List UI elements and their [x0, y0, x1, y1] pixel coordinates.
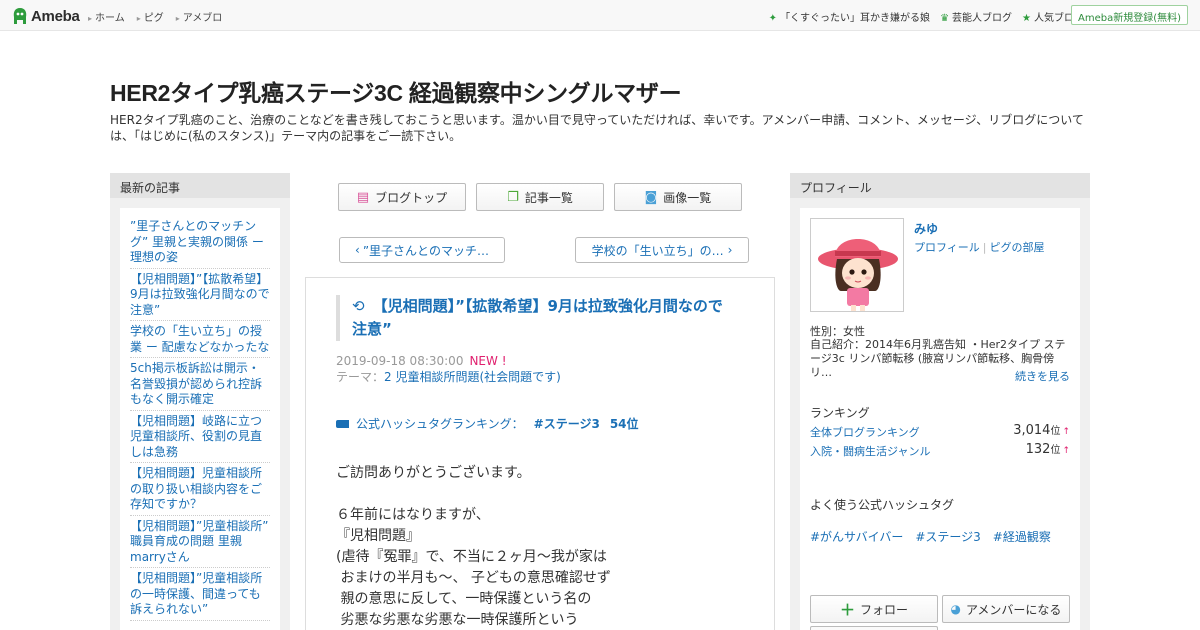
overall-ranking-link[interactable]: 全体ブログランキング [810, 426, 920, 439]
prev-article-button[interactable]: ‹ ”里子さんとのマッチ… [339, 237, 505, 263]
reblog-icon: ⟲ [352, 297, 365, 315]
article-body: ⟲ 【児相問題】”【拡散希望】9月は拉致強化月間なので注意” 2019-09-18… [305, 277, 775, 630]
hashtags-heading: よく使う公式ハッシュタグ [810, 498, 955, 512]
plus-icon: ＋ [839, 600, 855, 619]
celebrity-blog-link[interactable]: ♛ 芸能人ブログ [940, 9, 1012, 24]
recent-articles-sidebar: 最新の記事 ”里子さんとのマッチング” 里親と実親の関係 ー 理想の姿 【児相問… [110, 173, 290, 630]
crown-icon: ♛ [940, 13, 950, 24]
next-article-button[interactable]: 学校の「生い立ち」の… › [575, 237, 749, 263]
profile-panel: みゆ プロフィール | ピグの部屋 性別：女性 自己紹介：2014年6月乳癌告知 ・… [800, 208, 1080, 630]
recent-article-link[interactable]: 学校の「生い立ち」の授業 ー 配慮などなかったな [130, 321, 270, 358]
more-button-edge[interactable] [810, 626, 938, 630]
profile-sidebar: プロフィール みゆ プロフィール | ピグの部屋 性別：女性 自己紹介：2014… [790, 173, 1090, 630]
rank-up-icon: ↑ [1062, 446, 1070, 456]
sparkle-icon: ✦ [768, 13, 778, 24]
recent-article-link[interactable]: 5ch掲示板訴訟は開示・名誉毀損が認められ控訴もなく開示確定 [130, 358, 270, 411]
profile-gender: 性別：女性 [810, 325, 865, 338]
rank-up-icon: ↑ [1062, 427, 1070, 437]
avatar-image [811, 219, 903, 311]
ameba-logo[interactable]: Ameba [12, 6, 80, 26]
hashtag-link[interactable]: #経過観察 [993, 528, 1051, 545]
hashtag-link[interactable]: #がんサバイバー [810, 528, 903, 545]
article-list-icon: ❐ [507, 189, 519, 205]
ranking-row: 入院・闘病生活ジャンル 132位 ↑ [810, 442, 1070, 459]
overall-ranking-value: 3,014位 ↑ [1013, 423, 1070, 438]
ranking-row: 全体ブログランキング 3,014位 ↑ [810, 423, 1070, 440]
hashtag-list: #がんサバイバー #ステージ3 #経過観察 [810, 528, 1051, 545]
recent-article-link[interactable]: 【児相問題】”児童相談所” 職員育成の問題 里親marryさん [130, 516, 270, 568]
amember-icon: ◕ [950, 602, 962, 616]
chevron-left-icon: ‹ [355, 243, 360, 257]
blog-title[interactable]: HER2タイプ乳癌ステージ3C 経過観察中シングルマザー [110, 74, 682, 108]
entry-date: 2019-09-18 08:30:00 [336, 354, 464, 368]
avatar[interactable] [810, 218, 904, 312]
profile-link[interactable]: プロフィール [914, 241, 980, 254]
top-bar: Ameba ホーム ピグ アメブロ ✦「くすぐったい」耳かき嫌がる娘 ♛芸能人ブ… [0, 0, 1200, 31]
top-nav: ホーム ピグ アメブロ [88, 9, 222, 24]
pigg-room-link[interactable]: ピグの部屋 [990, 241, 1045, 254]
recent-article-link[interactable]: ”里子さんとのマッチング” 里親と実親の関係 ー 理想の姿 [130, 216, 270, 269]
camera-icon: ◙ [644, 189, 658, 205]
entry-title[interactable]: ⟲ 【児相問題】”【拡散希望】9月は拉致強化月間なので注意” [336, 295, 736, 341]
recent-article-link[interactable]: 【児相問題】”【拡散希望】9月は拉致強化月間なので注意” [130, 269, 270, 321]
blog-top-button[interactable]: ▤ ブログトップ [338, 183, 466, 211]
theme-label: テーマ： [336, 370, 385, 384]
signup-button[interactable]: Ameba新規登録(無料) [1070, 5, 1188, 25]
trending-link[interactable]: ✦ 「くすぐったい」耳かき嫌がる娘 [769, 9, 930, 24]
top-nav-home[interactable]: ホーム [88, 9, 125, 24]
entry-text: ご訪問ありがとうございます。 ６年前にはなりますが、 『児相問題』 (虐待『冤罪… [336, 465, 611, 628]
recent-article-link[interactable]: 【児相問題】児童相談所の取り扱い相談内容をご存知ですか？ [130, 463, 270, 516]
article-list-button[interactable]: ❐ 記事一覧 [476, 183, 604, 211]
top-nav-pigg[interactable]: ピグ [137, 9, 164, 24]
ameba-logo-icon [13, 8, 27, 24]
top-nav-ameblo[interactable]: アメブロ [176, 9, 223, 24]
profile-name[interactable]: みゆ [914, 220, 938, 237]
theme-link[interactable]: 2 児童相談所問題(社会問題です) [384, 370, 561, 384]
tag-icon [336, 419, 349, 428]
link-separator: | [982, 241, 987, 254]
star-icon: ★ [1022, 13, 1031, 24]
genre-ranking-value: 132位 ↑ [1025, 442, 1070, 457]
hashtag-ranking[interactable]: 公式ハッシュタグランキング： #ステージ3 54位 [336, 415, 639, 432]
recent-articles-list: ”里子さんとのマッチング” 里親と実親の関係 ー 理想の姿 【児相問題】”【拡散… [120, 208, 280, 630]
follow-button[interactable]: ＋ フォロー [810, 595, 938, 623]
recent-articles-heading: 最新の記事 [110, 173, 290, 198]
ameba-logo-text: Ameba [31, 7, 80, 25]
hashtag-link[interactable]: #ステージ3 [915, 528, 980, 545]
entry-meta: 2019-09-18 08:30:00 NEW ! テーマ：2 児童相談所問題(社… [336, 353, 561, 385]
blog-top-icon: ▤ [356, 189, 370, 205]
profile-links: プロフィール | ピグの部屋 [914, 239, 1045, 255]
genre-ranking-link[interactable]: 入院・闘病生活ジャンル [810, 445, 930, 458]
image-list-button[interactable]: ◙ 画像一覧 [614, 183, 742, 211]
read-more-link[interactable]: 続きを見る [1015, 368, 1070, 384]
ranking-heading: ランキング [810, 406, 870, 420]
chevron-right-icon: › [727, 243, 733, 257]
recent-article-link[interactable]: 【児相問題】”児童相談所の一時保護、間違っても訴えられない” [130, 568, 270, 621]
blog-description: HER2タイプ乳癌のこと、治療のことなどを書き残しておこうと思います。温かい目で… [110, 113, 1084, 143]
top-right-links: ✦ 「くすぐったい」耳かき嫌がる娘 ♛ 芸能人ブログ ★ 人気ブログ [769, 9, 1084, 24]
profile-heading: プロフィール [790, 173, 1090, 198]
amember-button[interactable]: ◕ アメンバーになる [942, 595, 1070, 623]
new-badge: NEW ! [469, 354, 507, 368]
recent-article-link[interactable]: 【児相問題】岐路に立つ児童相談所、役割の見直しは急務 [130, 411, 270, 463]
